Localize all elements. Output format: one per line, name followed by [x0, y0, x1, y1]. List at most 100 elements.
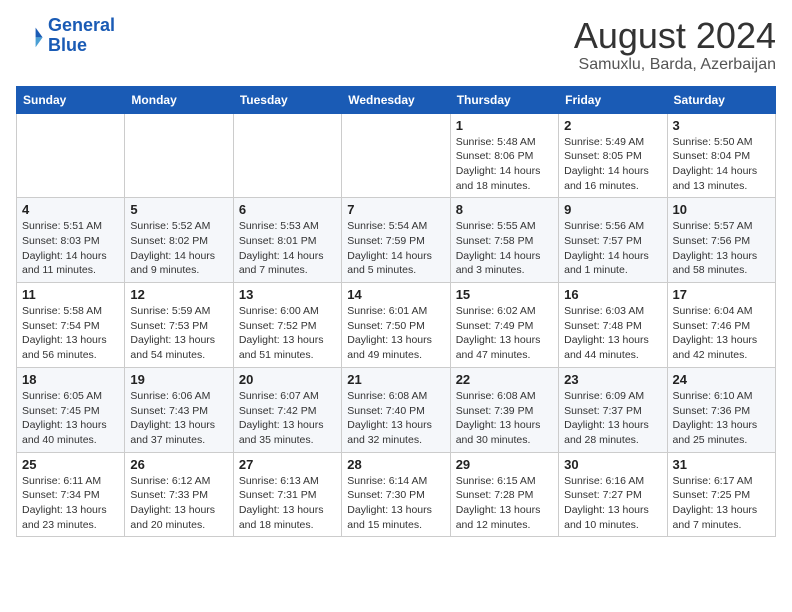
logo-text: General Blue [48, 16, 115, 56]
day-info: Sunrise: 5:49 AM Sunset: 8:05 PM Dayligh… [564, 135, 661, 194]
calendar-cell: 13 Sunrise: 6:00 AM Sunset: 7:52 PM Dayli… [233, 283, 341, 368]
calendar-week-row: 18Sunrise: 6:05 AM Sunset: 7:45 PM Dayli… [17, 367, 776, 452]
calendar-cell: 9Sunrise: 5:56 AM Sunset: 7:57 PM Daylig… [559, 198, 667, 283]
day-info: Sunrise: 5:53 AM Sunset: 8:01 PM Dayligh… [239, 219, 336, 278]
day-number: 12 [130, 287, 227, 302]
calendar-cell [17, 113, 125, 198]
day-number: 6 [239, 202, 336, 217]
day-number: 7 [347, 202, 444, 217]
calendar-header-row: SundayMondayTuesdayWednesdayThursdayFrid… [17, 86, 776, 113]
weekday-header: Monday [125, 86, 233, 113]
day-number: 9 [564, 202, 661, 217]
day-number: 20 [239, 372, 336, 387]
day-number: 27 [239, 457, 336, 472]
day-number: 29 [456, 457, 553, 472]
calendar-cell: 4 Sunrise: 5:51 AM Sunset: 8:03 PM Daylig… [17, 198, 125, 283]
calendar-cell: 3 Sunrise: 5:50 AM Sunset: 8:04 PM Daylig… [667, 113, 775, 198]
day-number: 30 [564, 457, 661, 472]
day-info: Sunrise: 5:59 AM Sunset: 7:53 PM Dayligh… [130, 304, 227, 363]
day-number: 8 [456, 202, 553, 217]
calendar-cell: 12 Sunrise: 5:59 AM Sunset: 7:53 PM Dayli… [125, 283, 233, 368]
day-info: Sunrise: 6:04 AM Sunset: 7:46 PM Dayligh… [673, 304, 770, 363]
day-number: 13 [239, 287, 336, 302]
calendar-cell: 6 Sunrise: 5:53 AM Sunset: 8:01 PM Daylig… [233, 198, 341, 283]
day-number: 2 [564, 118, 661, 133]
calendar-cell: 8 Sunrise: 5:55 AM Sunset: 7:58 PM Daylig… [450, 198, 558, 283]
day-number: 28 [347, 457, 444, 472]
calendar-cell: 27 Sunrise: 6:13 AM Sunset: 7:31 PM Dayli… [233, 452, 341, 537]
day-number: 11 [22, 287, 119, 302]
day-info: Sunrise: 6:14 AM Sunset: 7:30 PM Dayligh… [347, 474, 444, 533]
day-number: 1 [456, 118, 553, 133]
day-number: 24 [673, 372, 770, 387]
title-block: August 2024 Samuxlu, Barda, Azerbaijan [574, 16, 776, 74]
calendar-cell: 23 Sunrise: 6:09 AM Sunset: 7:37 PM Dayli… [559, 367, 667, 452]
day-number: 26 [130, 457, 227, 472]
calendar-week-row: 25 Sunrise: 6:11 AM Sunset: 7:34 PM Dayli… [17, 452, 776, 537]
day-number: 16 [564, 287, 661, 302]
day-info: Sunrise: 6:10 AM Sunset: 7:36 PM Dayligh… [673, 389, 770, 448]
logo: General Blue [16, 16, 115, 56]
calendar-cell: 18Sunrise: 6:05 AM Sunset: 7:45 PM Dayli… [17, 367, 125, 452]
day-number: 4 [22, 202, 119, 217]
day-info: Sunrise: 6:12 AM Sunset: 7:33 PM Dayligh… [130, 474, 227, 533]
calendar-cell: 31Sunrise: 6:17 AM Sunset: 7:25 PM Dayli… [667, 452, 775, 537]
location: Samuxlu, Barda, Azerbaijan [574, 56, 776, 74]
day-number: 19 [130, 372, 227, 387]
day-info: Sunrise: 6:02 AM Sunset: 7:49 PM Dayligh… [456, 304, 553, 363]
calendar-cell: 7 Sunrise: 5:54 AM Sunset: 7:59 PM Daylig… [342, 198, 450, 283]
day-info: Sunrise: 6:16 AM Sunset: 7:27 PM Dayligh… [564, 474, 661, 533]
day-info: Sunrise: 5:52 AM Sunset: 8:02 PM Dayligh… [130, 219, 227, 278]
calendar-table: SundayMondayTuesdayWednesdayThursdayFrid… [16, 86, 776, 538]
calendar-week-row: 1 Sunrise: 5:48 AM Sunset: 8:06 PM Daylig… [17, 113, 776, 198]
day-info: Sunrise: 6:00 AM Sunset: 7:52 PM Dayligh… [239, 304, 336, 363]
day-info: Sunrise: 6:03 AM Sunset: 7:48 PM Dayligh… [564, 304, 661, 363]
day-info: Sunrise: 5:50 AM Sunset: 8:04 PM Dayligh… [673, 135, 770, 194]
calendar-cell: 15 Sunrise: 6:02 AM Sunset: 7:49 PM Dayli… [450, 283, 558, 368]
page-header: General Blue August 2024 Samuxlu, Barda,… [16, 16, 776, 74]
calendar-cell [233, 113, 341, 198]
day-number: 10 [673, 202, 770, 217]
day-info: Sunrise: 6:09 AM Sunset: 7:37 PM Dayligh… [564, 389, 661, 448]
day-number: 23 [564, 372, 661, 387]
calendar-cell: 2 Sunrise: 5:49 AM Sunset: 8:05 PM Daylig… [559, 113, 667, 198]
calendar-cell: 24 Sunrise: 6:10 AM Sunset: 7:36 PM Dayli… [667, 367, 775, 452]
weekday-header: Sunday [17, 86, 125, 113]
weekday-header: Thursday [450, 86, 558, 113]
day-info: Sunrise: 5:57 AM Sunset: 7:56 PM Dayligh… [673, 219, 770, 278]
day-info: Sunrise: 6:07 AM Sunset: 7:42 PM Dayligh… [239, 389, 336, 448]
day-number: 3 [673, 118, 770, 133]
calendar-cell: 10 Sunrise: 5:57 AM Sunset: 7:56 PM Dayli… [667, 198, 775, 283]
calendar-cell: 30 Sunrise: 6:16 AM Sunset: 7:27 PM Dayli… [559, 452, 667, 537]
calendar-week-row: 4 Sunrise: 5:51 AM Sunset: 8:03 PM Daylig… [17, 198, 776, 283]
day-number: 17 [673, 287, 770, 302]
calendar-week-row: 11 Sunrise: 5:58 AM Sunset: 7:54 PM Dayli… [17, 283, 776, 368]
day-number: 15 [456, 287, 553, 302]
calendar-cell: 22Sunrise: 6:08 AM Sunset: 7:39 PM Dayli… [450, 367, 558, 452]
calendar-cell: 25 Sunrise: 6:11 AM Sunset: 7:34 PM Dayli… [17, 452, 125, 537]
calendar-cell: 17 Sunrise: 6:04 AM Sunset: 7:46 PM Dayli… [667, 283, 775, 368]
calendar-cell: 1 Sunrise: 5:48 AM Sunset: 8:06 PM Daylig… [450, 113, 558, 198]
day-info: Sunrise: 5:55 AM Sunset: 7:58 PM Dayligh… [456, 219, 553, 278]
day-info: Sunrise: 6:08 AM Sunset: 7:40 PM Dayligh… [347, 389, 444, 448]
day-number: 31 [673, 457, 770, 472]
weekday-header: Wednesday [342, 86, 450, 113]
day-number: 25 [22, 457, 119, 472]
day-info: Sunrise: 6:05 AM Sunset: 7:45 PM Dayligh… [22, 389, 119, 448]
day-info: Sunrise: 6:13 AM Sunset: 7:31 PM Dayligh… [239, 474, 336, 533]
weekday-header: Saturday [667, 86, 775, 113]
month-title: August 2024 [574, 16, 776, 56]
day-info: Sunrise: 6:11 AM Sunset: 7:34 PM Dayligh… [22, 474, 119, 533]
calendar-cell: 20 Sunrise: 6:07 AM Sunset: 7:42 PM Dayli… [233, 367, 341, 452]
day-info: Sunrise: 5:54 AM Sunset: 7:59 PM Dayligh… [347, 219, 444, 278]
day-info: Sunrise: 6:08 AM Sunset: 7:39 PM Dayligh… [456, 389, 553, 448]
calendar-cell: 11 Sunrise: 5:58 AM Sunset: 7:54 PM Dayli… [17, 283, 125, 368]
calendar-cell [125, 113, 233, 198]
calendar-cell: 26 Sunrise: 6:12 AM Sunset: 7:33 PM Dayli… [125, 452, 233, 537]
day-number: 21 [347, 372, 444, 387]
day-info: Sunrise: 5:58 AM Sunset: 7:54 PM Dayligh… [22, 304, 119, 363]
weekday-header: Friday [559, 86, 667, 113]
calendar-cell: 14Sunrise: 6:01 AM Sunset: 7:50 PM Dayli… [342, 283, 450, 368]
day-info: Sunrise: 5:51 AM Sunset: 8:03 PM Dayligh… [22, 219, 119, 278]
day-info: Sunrise: 5:48 AM Sunset: 8:06 PM Dayligh… [456, 135, 553, 194]
